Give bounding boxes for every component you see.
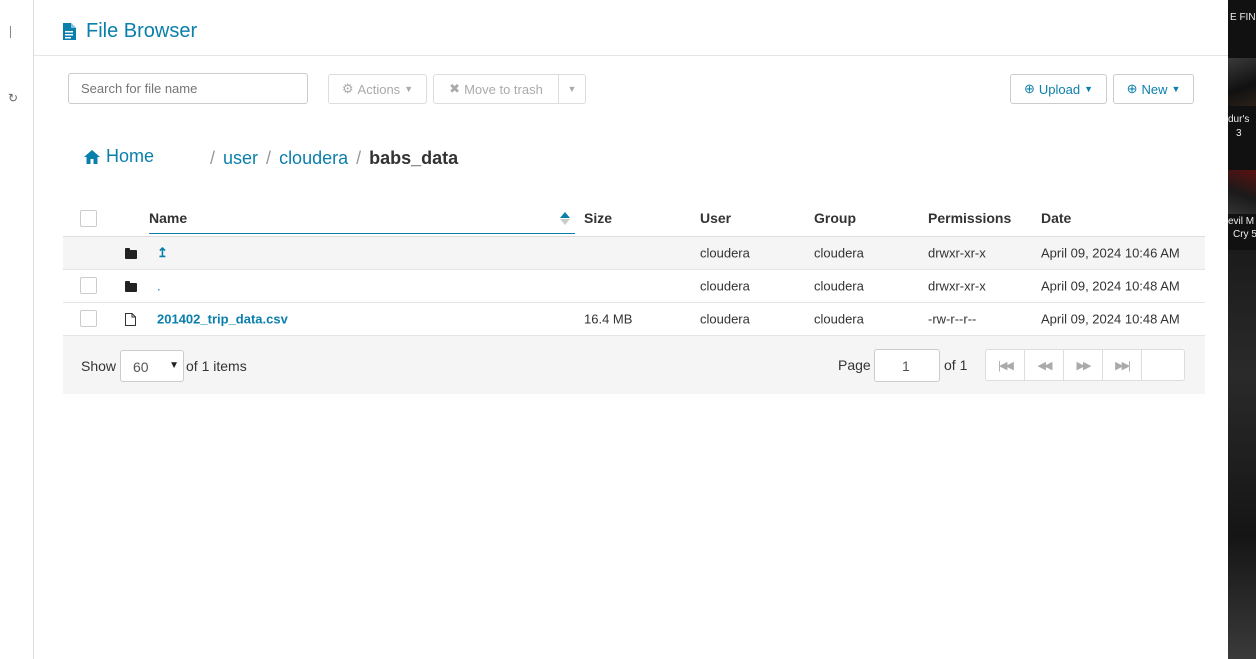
reload-icon[interactable]: ↻	[8, 91, 18, 105]
side-text-4: evil M	[1228, 216, 1255, 227]
plus-circle-icon: ⊕	[1126, 81, 1138, 96]
trash-label: Move to trash	[464, 81, 543, 97]
background-image	[1228, 250, 1256, 659]
search-input[interactable]	[68, 73, 308, 104]
breadcrumb-separator: /	[356, 147, 362, 168]
row-checkbox[interactable]	[80, 310, 97, 327]
actions-label: Actions	[357, 81, 401, 97]
column-header-name-label: Name	[149, 210, 188, 226]
side-text-3: 3	[1236, 128, 1242, 139]
file-name-link[interactable]: .	[157, 279, 161, 294]
move-to-trash-button[interactable]: ✖ Move to trash	[433, 74, 559, 104]
document-icon	[63, 23, 76, 40]
column-header-group[interactable]: Group	[814, 210, 856, 226]
breadcrumb-separator: /	[210, 147, 216, 168]
first-page-icon[interactable]: |◀◀	[986, 350, 1025, 380]
column-header-date[interactable]: Date	[1041, 210, 1071, 226]
chevron-down-icon: ▼	[169, 360, 179, 371]
chevron-down-icon: ▼	[404, 84, 414, 94]
last-page-icon[interactable]: ▶▶|	[1103, 350, 1142, 380]
cell-permissions: drwxr-xr-x	[928, 245, 986, 261]
actions-button[interactable]: ⚙ Actions ▼	[328, 74, 427, 104]
upload-icon: ⊕	[1023, 81, 1035, 96]
gear-icon: ⚙	[341, 81, 354, 96]
breadcrumb: Home / user / cloudera / babs_data	[84, 146, 458, 169]
cell-group: cloudera	[814, 278, 864, 294]
divider	[10, 26, 11, 38]
next-page-icon[interactable]: ▶▶	[1064, 350, 1103, 380]
page-header: File Browser	[34, 8, 1228, 56]
show-label: Show	[81, 358, 117, 374]
file-icon	[125, 313, 136, 326]
page-size-value: 60	[133, 359, 149, 375]
cell-group: cloudera	[814, 311, 864, 327]
pagination-controls: |◀◀ ◀◀ ▶▶ ▶▶|	[985, 349, 1185, 381]
previous-page-icon[interactable]: ◀◀	[1025, 350, 1064, 380]
game-thumbnail-1[interactable]	[1228, 58, 1256, 106]
page-label: Page	[838, 357, 871, 373]
right-side-panel: E FIN dur's 3 evil M Cry 5	[1228, 0, 1256, 659]
page-size-select[interactable]: 60 ▼	[120, 350, 184, 382]
upload-label: Upload	[1038, 81, 1081, 97]
page-title: File Browser	[86, 20, 198, 42]
items-count: of 1 items	[186, 358, 247, 374]
table-footer: Show 60 ▼ of 1 items Page 1 of 1 |◀◀ ◀◀ …	[63, 336, 1205, 394]
cell-date: April 09, 2024 10:48 AM	[1041, 311, 1180, 327]
new-button[interactable]: ⊕ New ▼	[1113, 74, 1194, 104]
row-checkbox[interactable]	[80, 277, 97, 294]
file-name-link[interactable]: ↥	[157, 245, 168, 261]
table-row[interactable]: ↥ cloudera cloudera drwxr-xr-x April 09,…	[63, 237, 1205, 270]
column-header-name[interactable]: Name	[149, 210, 575, 234]
pager-spacer	[1142, 350, 1181, 380]
cell-date: April 09, 2024 10:46 AM	[1041, 245, 1180, 261]
side-text-5: Cry 5	[1233, 229, 1256, 240]
breadcrumb-current: babs_data	[369, 147, 459, 168]
table-header: Name Size User Group Permissions Date	[63, 174, 1205, 237]
select-all-checkbox[interactable]	[80, 210, 97, 227]
chevron-down-icon: ▼	[1084, 84, 1094, 94]
home-icon	[84, 149, 100, 164]
side-text-2: dur's	[1228, 114, 1250, 125]
sort-ascending-icon	[560, 212, 570, 225]
breadcrumb-item-cloudera[interactable]: cloudera	[279, 148, 348, 169]
breadcrumb-home[interactable]: Home	[84, 146, 154, 167]
chevron-down-icon: ▼	[567, 84, 577, 94]
page-number-input[interactable]: 1	[874, 349, 940, 382]
breadcrumb-item-user[interactable]: user	[223, 148, 258, 169]
page-count: of 1	[944, 357, 968, 373]
cell-permissions: drwxr-xr-x	[928, 278, 986, 294]
cell-user: cloudera	[700, 278, 750, 294]
file-table: Name Size User Group Permissions Date ↥ …	[63, 174, 1205, 336]
folder-icon	[125, 281, 137, 292]
cell-user: cloudera	[700, 311, 750, 327]
cell-date: April 09, 2024 10:48 AM	[1041, 278, 1180, 294]
file-name-link[interactable]: 201402_trip_data.csv	[157, 312, 288, 327]
column-header-permissions[interactable]: Permissions	[928, 210, 1011, 226]
app-root: ↻ E FIN dur's 3 evil M Cry 5 File Browse…	[0, 0, 1256, 659]
column-header-user[interactable]: User	[700, 210, 731, 226]
breadcrumb-home-label: Home	[106, 146, 155, 166]
cell-size: 16.4 MB	[584, 311, 633, 327]
upload-button[interactable]: ⊕ Upload ▼	[1010, 74, 1107, 104]
breadcrumb-separator: /	[266, 147, 272, 168]
cell-group: cloudera	[814, 245, 864, 261]
column-header-size[interactable]: Size	[584, 210, 612, 226]
side-text-1: E FIN	[1230, 12, 1256, 23]
folder-icon	[125, 248, 137, 259]
table-row[interactable]: . cloudera cloudera drwxr-xr-x April 09,…	[63, 270, 1205, 303]
left-sidebar-strip: ↻	[0, 0, 34, 659]
table-row[interactable]: 201402_trip_data.csv 16.4 MB cloudera cl…	[63, 303, 1205, 336]
cell-permissions: -rw-r--r--	[928, 311, 977, 327]
trash-options-button[interactable]: ▼	[558, 74, 586, 104]
new-label: New	[1141, 81, 1168, 97]
close-icon: ✖	[449, 81, 461, 96]
chevron-down-icon: ▼	[1171, 84, 1181, 94]
game-thumbnail-2[interactable]	[1228, 170, 1256, 214]
cell-user: cloudera	[700, 245, 750, 261]
